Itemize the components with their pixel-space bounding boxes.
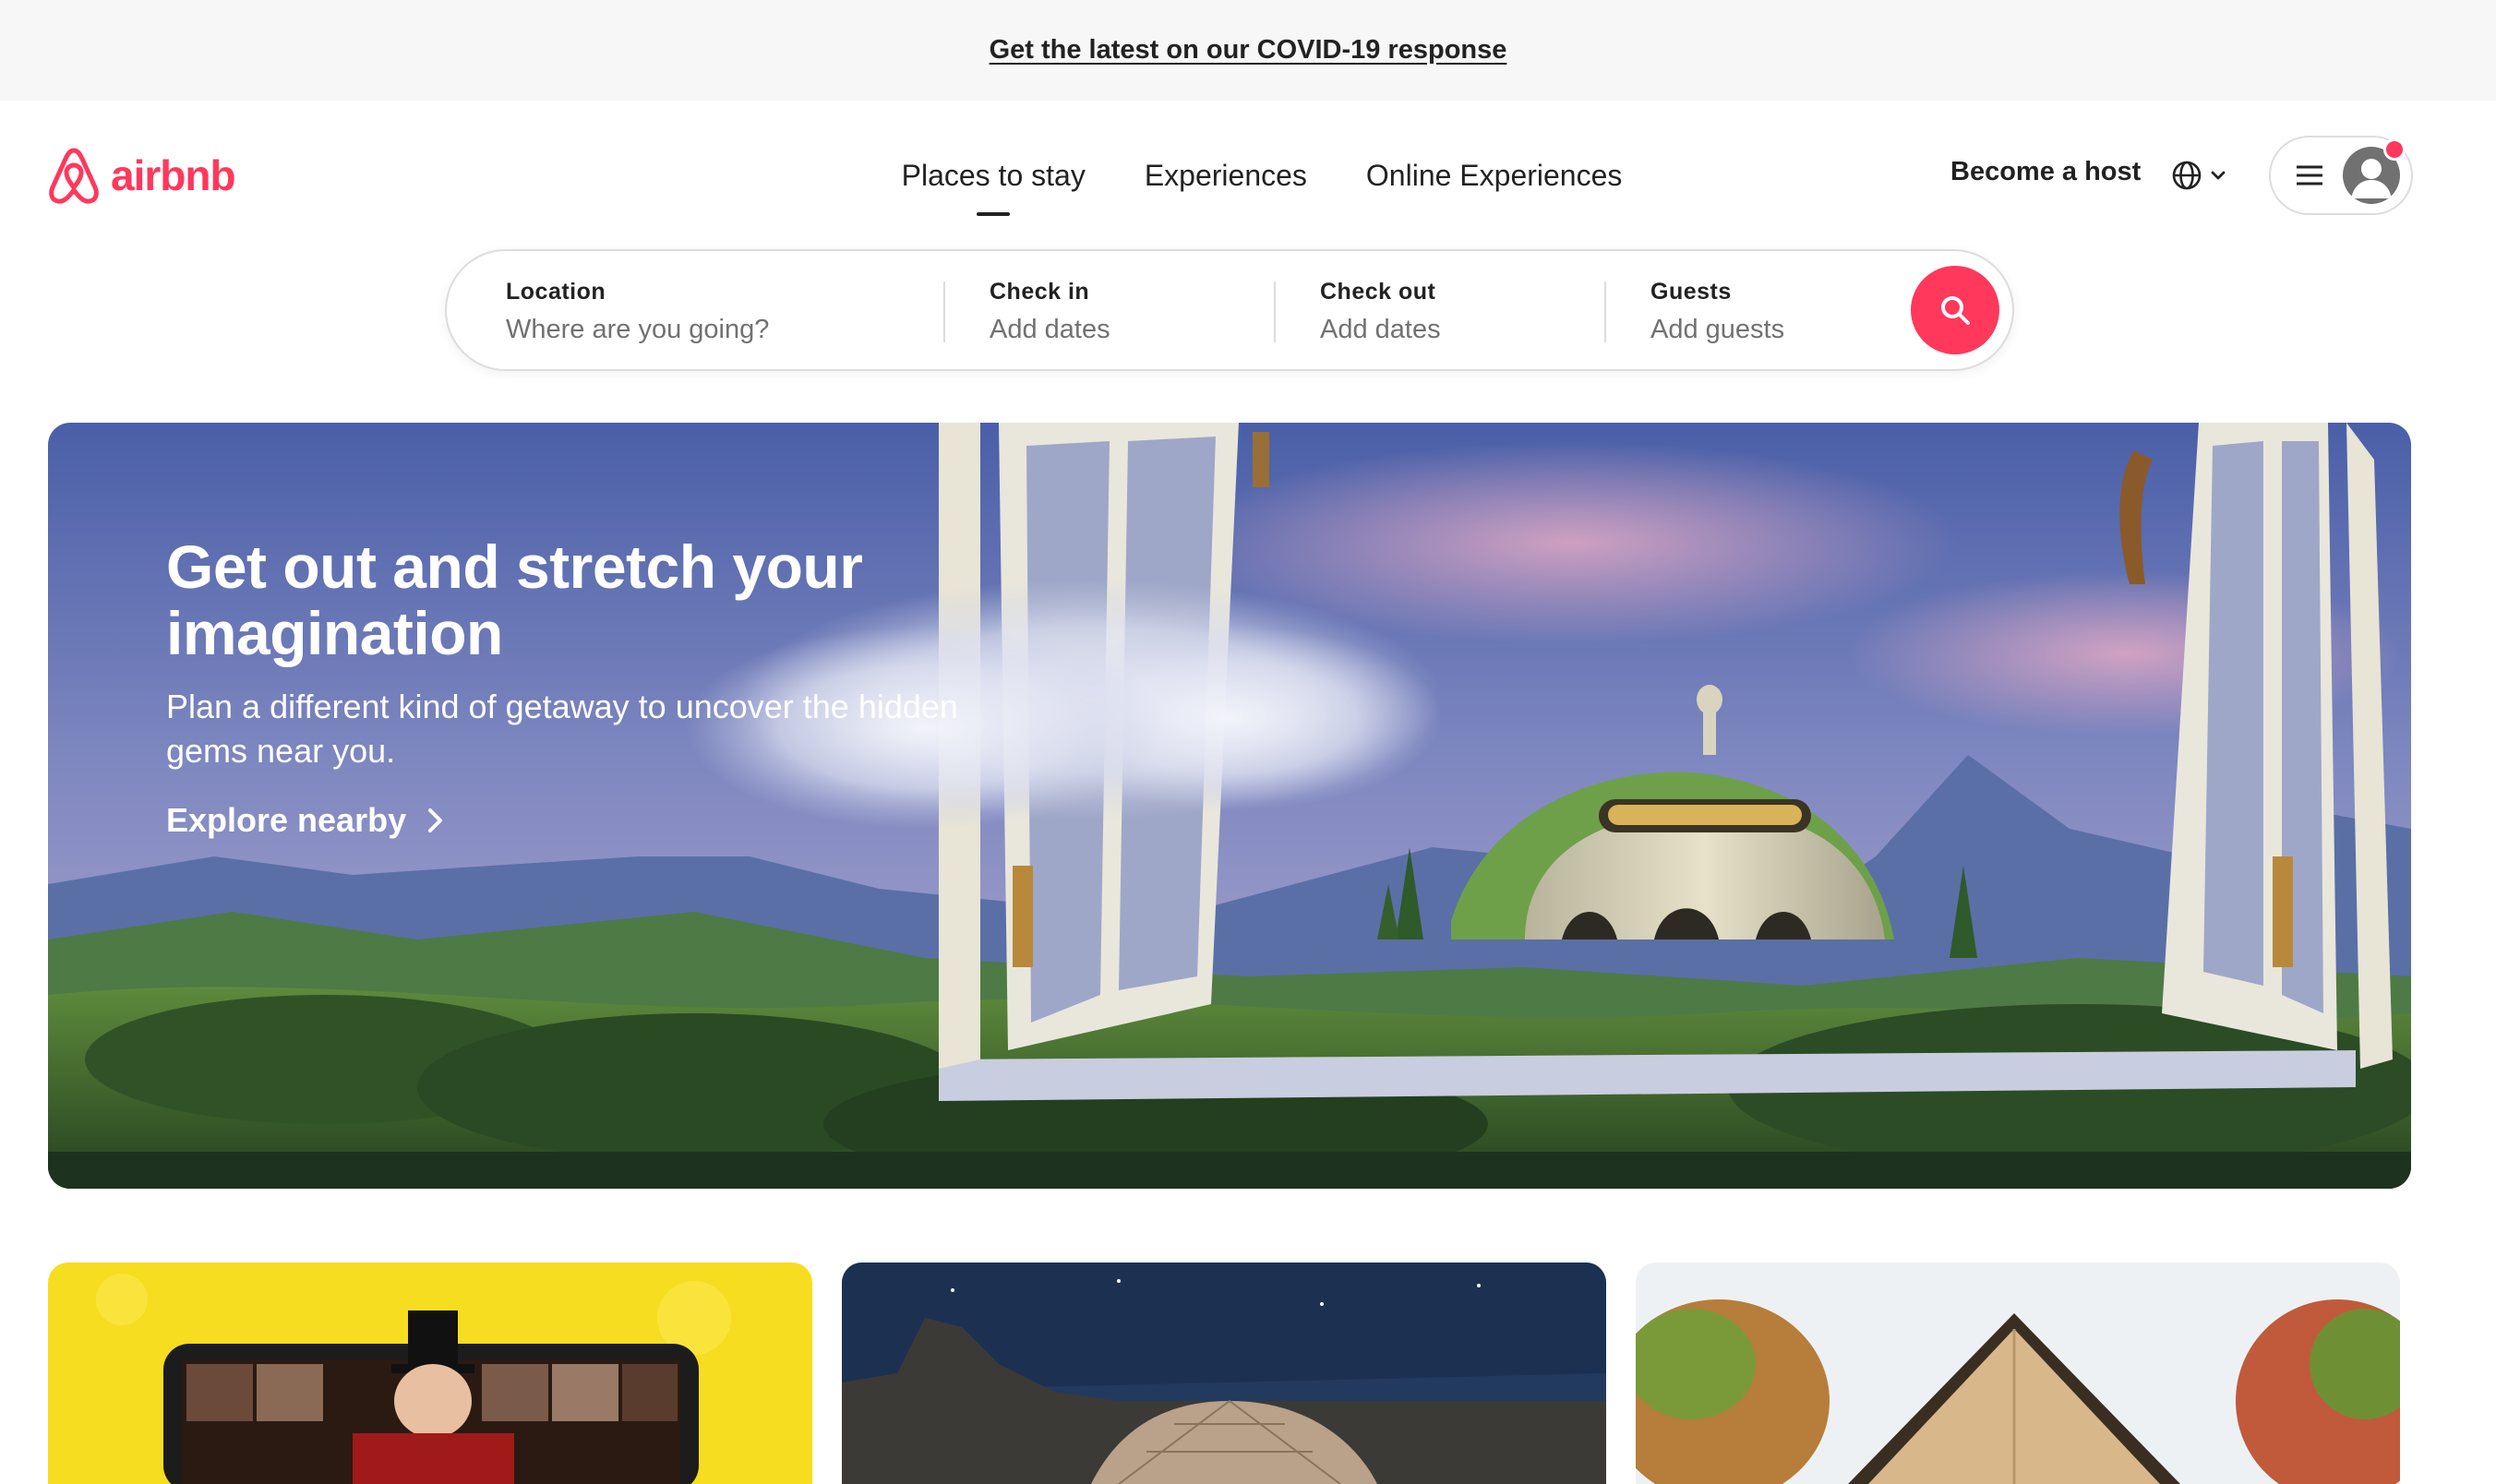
become-a-host-link[interactable]: Become a host (1950, 157, 2141, 187)
explore-nearby-link[interactable]: Explore nearby (166, 801, 978, 840)
divider (1274, 281, 1276, 342)
card-a-frame-cabin[interactable] (1636, 1263, 2400, 1484)
chevron-right-icon (428, 808, 443, 832)
hero-subtitle: Plan a different kind of getaway to unco… (166, 688, 958, 770)
check-in-input[interactable]: Add dates (990, 315, 1266, 345)
covid-response-link[interactable]: Get the latest on our COVID-19 response (990, 35, 1507, 66)
tab-experiences[interactable]: Experiences (1145, 148, 1307, 203)
check-in-field[interactable]: Check in Add dates (990, 279, 1266, 347)
divider (943, 281, 945, 342)
card-online-experience[interactable] (48, 1263, 812, 1484)
hamburger-menu-icon (2297, 165, 2322, 186)
search-bar: Location Where are you going? Check in A… (445, 249, 2014, 371)
location-field[interactable]: Location Where are you going? (506, 279, 930, 347)
globe-icon (2172, 161, 2202, 190)
hero-title: Get out and stretch your imagination (166, 533, 863, 667)
check-out-label: Check out (1320, 279, 1436, 305)
location-input[interactable]: Where are you going? (506, 315, 930, 345)
explore-nearby-label: Explore nearby (166, 801, 407, 839)
card-image (842, 1263, 1606, 1484)
check-out-field[interactable]: Check out Add dates (1320, 279, 1597, 347)
card-image (48, 1263, 812, 1484)
tab-places-to-stay[interactable]: Places to stay (902, 148, 1086, 216)
divider (1604, 281, 1606, 342)
card-image (1636, 1263, 2400, 1484)
guests-input[interactable]: Add guests (1650, 315, 1890, 345)
search-button[interactable] (1911, 266, 1999, 354)
check-in-label: Check in (990, 279, 1090, 305)
language-button[interactable] (2171, 155, 2238, 196)
check-out-input[interactable]: Add dates (1320, 315, 1597, 345)
guests-field[interactable]: Guests Add guests (1650, 279, 1890, 347)
announcement-bar: Get the latest on our COVID-19 response (0, 0, 2496, 101)
card-geodesic-dome[interactable] (842, 1263, 1606, 1484)
tab-online-experiences[interactable]: Online Experiences (1366, 148, 1622, 203)
notification-badge (2383, 138, 2406, 161)
location-label: Location (506, 279, 606, 305)
chevron-down-icon (2211, 171, 2226, 180)
hero-banner: Get out and stretch your imagination Pla… (48, 423, 2411, 1189)
guests-label: Guests (1650, 279, 1732, 305)
hero-text: Get out and stretch your imagination Pla… (166, 533, 978, 840)
search-icon (1941, 296, 1970, 325)
